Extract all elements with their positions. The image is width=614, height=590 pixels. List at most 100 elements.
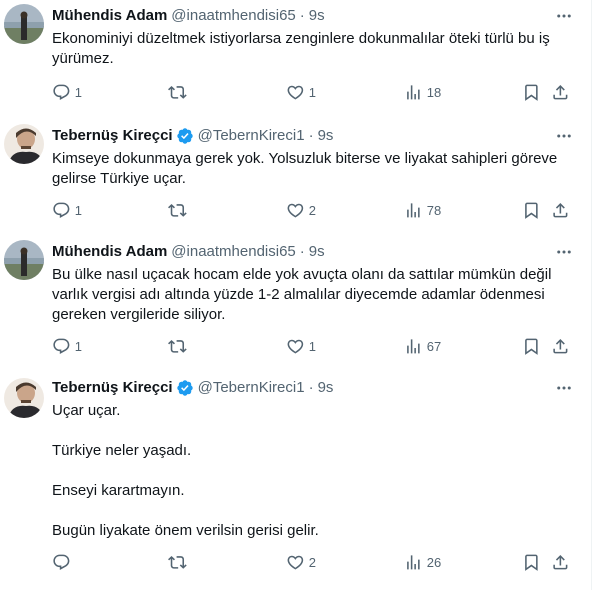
repost-button[interactable] [168,82,187,102]
separator-dot: · [308,127,314,144]
share-icon [553,202,568,218]
share-button[interactable] [551,552,570,572]
tweet-text: Uçar uçar. Türkiye neler yaşadı. Enseyi … [52,401,574,541]
bookmark-icon [525,338,538,355]
bookmark-button[interactable] [522,82,541,102]
author-name[interactable]: Mühendis Adam [52,6,167,26]
tweet-text-line: Türkiye neler yaşadı. [52,442,192,459]
like-button[interactable]: 2 [286,200,316,220]
tweet-text-line: Ekonominiyi düzeltmek istiyorlarsa zengi… [52,30,550,67]
more-horizontal-icon[interactable] [554,378,574,398]
bookmark-icon [525,554,538,571]
author-handle[interactable]: @TebernKireci1 [198,126,305,146]
reply-icon [53,554,70,570]
like-icon [287,555,304,570]
more-horizontal-icon[interactable] [554,242,574,262]
share-button[interactable] [551,200,570,220]
author-handle[interactable]: @TebernKireci1 [198,378,305,398]
avatar[interactable] [4,124,44,164]
bookmark-icon [525,202,538,219]
reply-button[interactable]: 1 [52,82,82,102]
author-handle[interactable]: @inaatmhendisi65 [171,6,295,26]
tweet-text-line: Bugün liyakate önem verilsin gerisi geli… [52,522,319,539]
like-count: 1 [308,338,316,354]
views-count: 67 [426,338,442,354]
reply-button[interactable] [52,552,75,572]
views-count: 26 [426,554,442,570]
conversation-thread: Mühendis Adam @inaatmhendisi65 · 9s Ekon… [0,0,592,590]
like-button[interactable]: 1 [286,336,316,356]
author-name[interactable]: Tebernüş Kireçci [52,126,173,146]
share-button[interactable] [551,336,570,356]
bookmark-icon [525,84,538,101]
reply-icon [53,202,70,218]
avatar[interactable] [4,4,44,44]
share-icon [553,338,568,354]
action-bar: 1 2 78 [52,200,582,220]
timestamp[interactable]: 9s [309,6,325,26]
repost-button[interactable] [168,200,187,220]
like-count: 2 [308,554,316,570]
reply-icon [53,338,70,354]
tweet[interactable]: Mühendis Adam @inaatmhendisi65 · 9s Bu ü… [0,236,592,366]
reply-button[interactable]: 1 [52,336,82,356]
views-icon [407,338,420,354]
views-button[interactable]: 78 [404,200,441,220]
tweet[interactable]: Mühendis Adam @inaatmhendisi65 · 9s Ekon… [0,0,592,110]
reply-count: 1 [74,338,82,354]
tweet-text: Bu ülke nasıl uçacak hocam elde yok avuç… [52,265,574,325]
tweet-text-line: Enseyi karartmayın. [52,482,185,499]
reply-icon [53,84,70,100]
action-bar: 1 1 67 [52,336,582,356]
repost-button[interactable] [168,552,187,572]
timestamp[interactable]: 9s [318,126,334,146]
like-button[interactable]: 1 [286,82,316,102]
action-bar: 1 1 18 [52,82,582,102]
more-horizontal-icon[interactable] [554,6,574,26]
views-button[interactable]: 18 [404,82,441,102]
share-icon [553,84,568,100]
tweet-text: Ekonominiyi düzeltmek istiyorlarsa zengi… [52,29,574,69]
bookmark-button[interactable] [522,200,541,220]
repost-button[interactable] [168,336,187,356]
like-icon [287,339,304,354]
views-count: 78 [426,202,442,218]
share-icon [553,554,568,570]
author-handle[interactable]: @inaatmhendisi65 [171,242,295,262]
repost-icon [168,203,187,217]
like-icon [287,85,304,100]
avatar[interactable] [4,378,44,418]
tweet[interactable]: Tebernüş Kireçci @TebernKireci1 · 9s Uça… [0,372,592,590]
verified-badge-icon [176,380,193,396]
views-button[interactable]: 26 [404,552,441,572]
share-button[interactable] [551,82,570,102]
timestamp[interactable]: 9s [309,242,325,262]
verified-badge-icon [176,128,193,144]
action-bar: 2 26 [52,552,582,572]
repost-icon [168,85,187,99]
tweet-text: Kimseye dokunmaya gerek yok. Yolsuzluk b… [52,149,574,189]
reply-button[interactable]: 1 [52,200,82,220]
views-icon [407,202,420,218]
views-count: 18 [426,84,442,100]
views-icon [407,84,420,100]
tweet-text-line: Kimseye dokunmaya gerek yok. Yolsuzluk b… [52,150,558,187]
more-horizontal-icon[interactable] [554,126,574,146]
tweet-text-line: Uçar uçar. [52,402,121,419]
tweet-text-line: Bu ülke nasıl uçacak hocam elde yok avuç… [52,266,552,323]
author-name[interactable]: Mühendis Adam [52,242,167,262]
like-button[interactable]: 2 [286,552,316,572]
views-button[interactable]: 67 [404,336,441,356]
separator-dot: · [299,7,305,24]
author-name[interactable]: Tebernüş Kireçci [52,378,173,398]
like-count: 2 [308,202,316,218]
separator-dot: · [299,243,305,260]
avatar[interactable] [4,240,44,280]
bookmark-button[interactable] [522,552,541,572]
tweet[interactable]: Tebernüş Kireçci @TebernKireci1 · 9s Kim… [0,118,592,228]
bookmark-button[interactable] [522,336,541,356]
reply-count: 1 [74,202,82,218]
repost-icon [168,339,187,353]
timestamp[interactable]: 9s [318,378,334,398]
views-icon [407,554,420,570]
